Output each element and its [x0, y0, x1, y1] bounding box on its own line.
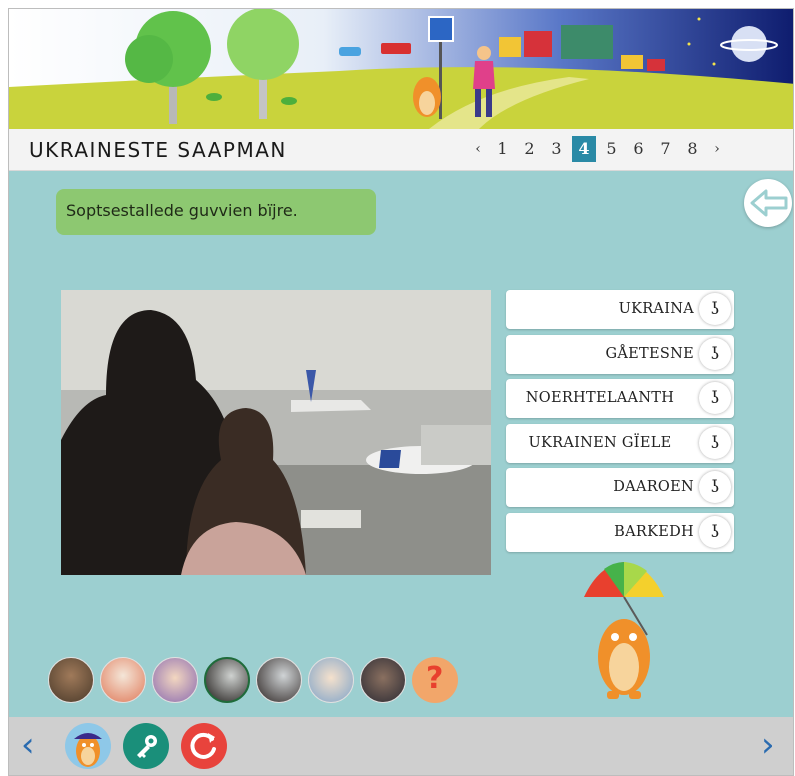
- option-label: UKRAINEN GÏELE: [528, 434, 672, 451]
- back-arrow-icon: [750, 189, 788, 217]
- banner-illustration: [9, 9, 793, 129]
- thumbnail-3[interactable]: [152, 657, 198, 703]
- header-banner: [9, 9, 793, 129]
- pager-page-1[interactable]: 1: [489, 136, 516, 162]
- thumbnail-5[interactable]: [256, 657, 302, 703]
- pager-page-3[interactable]: 3: [543, 136, 570, 162]
- ear-icon[interactable]: ʖ: [699, 293, 731, 325]
- footer-prev-button[interactable]: ‹: [21, 725, 35, 765]
- thumbnail-6[interactable]: [308, 657, 354, 703]
- option-ukrainen-giele[interactable]: UKRAINEN GÏELE ʖ: [506, 423, 734, 463]
- footer-bar: ‹ ›: [9, 717, 793, 775]
- key-button[interactable]: [123, 723, 169, 769]
- page-title: UKRAINESTE SAAPMAN: [29, 138, 287, 162]
- app-frame: UKRAINESTE SAAPMAN ‹ 1 2 3 4 5 6 7 8 › S…: [8, 8, 794, 776]
- pager-next-button[interactable]: ›: [706, 136, 728, 162]
- instruction-box: Soptsestallede guvvien bïjre.: [56, 189, 376, 235]
- footer-next-button[interactable]: ›: [761, 725, 775, 765]
- thumbnail-1[interactable]: [48, 657, 94, 703]
- thumbnail-quiz[interactable]: ?: [412, 657, 458, 703]
- mascot-umbrella-illustration: [584, 562, 664, 699]
- option-noerhtelaanth[interactable]: NOERHTELAANTH ʖ: [506, 379, 734, 418]
- option-ukraina[interactable]: UKRAINA ʖ: [506, 290, 734, 329]
- mascot-home-button[interactable]: [65, 723, 111, 769]
- option-gaetesne[interactable]: GÅETESNE ʖ: [506, 334, 734, 374]
- key-icon: [137, 735, 157, 758]
- mascot-icon: [74, 733, 102, 767]
- thumbnail-4-current[interactable]: [204, 657, 250, 703]
- thumbnail-7[interactable]: [360, 657, 406, 703]
- option-label: BARKEDH: [614, 523, 694, 540]
- ear-icon[interactable]: ʖ: [699, 426, 731, 459]
- reload-button[interactable]: [181, 723, 227, 769]
- ear-icon[interactable]: ʖ: [699, 382, 731, 414]
- pager-prev-button[interactable]: ‹: [467, 136, 489, 162]
- answer-options: UKRAINA ʖ GÅETESNE ʖ NOERHTELAANTH ʖ UKR…: [506, 290, 734, 557]
- pager-page-5[interactable]: 5: [598, 136, 625, 162]
- question-mark-icon: ?: [426, 661, 444, 696]
- airport-photo: [61, 290, 491, 575]
- option-daaroen[interactable]: DAAROEN ʖ: [506, 468, 734, 507]
- pager-page-2[interactable]: 2: [516, 136, 543, 162]
- option-barkedh[interactable]: BARKEDH ʖ: [506, 512, 734, 552]
- pager-page-7[interactable]: 7: [652, 136, 679, 162]
- title-bar: UKRAINESTE SAAPMAN ‹ 1 2 3 4 5 6 7 8 ›: [9, 129, 793, 171]
- ear-icon[interactable]: ʖ: [699, 337, 731, 370]
- pager-page-6[interactable]: 6: [625, 136, 652, 162]
- reload-icon: [190, 732, 216, 759]
- pager-page-4-current[interactable]: 4: [572, 136, 596, 162]
- page-pager: ‹ 1 2 3 4 5 6 7 8 ›: [467, 136, 728, 162]
- ear-icon[interactable]: ʖ: [699, 471, 731, 503]
- option-label: NOERHTELAANTH: [525, 390, 675, 406]
- back-button[interactable]: [744, 179, 792, 227]
- mascot-icon: [579, 557, 669, 705]
- option-label: DAAROEN: [613, 479, 694, 495]
- thumbnail-2[interactable]: [100, 657, 146, 703]
- thumbnail-strip: ?: [48, 657, 464, 703]
- pager-page-8[interactable]: 8: [679, 136, 706, 162]
- photo-illustration: [61, 290, 491, 575]
- ear-icon[interactable]: ʖ: [699, 515, 731, 548]
- option-label: GÅETESNE: [605, 345, 694, 362]
- option-label: UKRAINA: [618, 301, 694, 317]
